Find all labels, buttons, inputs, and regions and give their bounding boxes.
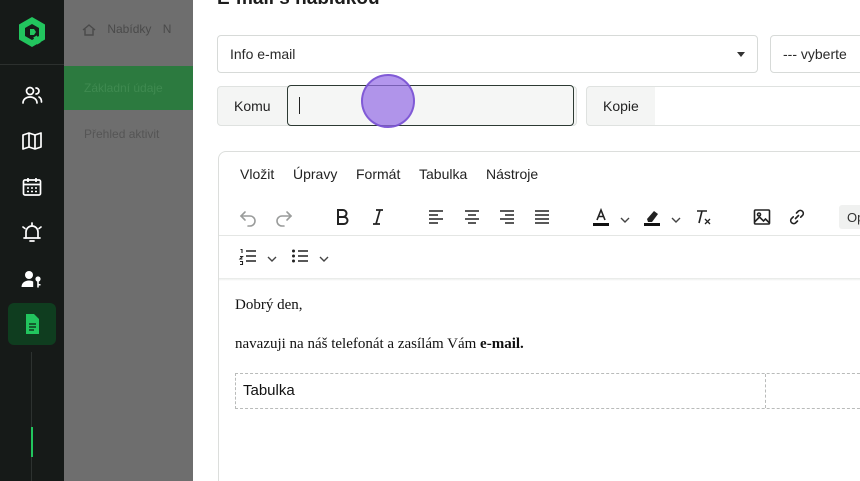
- komu-label: Komu: [234, 98, 271, 114]
- table-cell-text: Tabulka: [243, 382, 295, 399]
- breadcrumb: Nabídky N: [82, 22, 179, 36]
- rail-track-indicator: [31, 427, 33, 457]
- text-color-icon[interactable]: [590, 206, 612, 228]
- toolbar-shadow: [219, 278, 860, 281]
- user-key-icon[interactable]: [20, 267, 44, 291]
- nav-rail: [0, 0, 64, 481]
- body-bold-text: e-mail.: [480, 336, 524, 352]
- template-select[interactable]: Info e-mail: [217, 35, 758, 73]
- logo-icon[interactable]: [14, 14, 50, 50]
- tab-prehled-aktivit: Přehled aktivit: [84, 127, 160, 141]
- chevron-down-icon: [737, 52, 745, 57]
- breadcrumb-item: N: [162, 22, 172, 36]
- tab-zakladni-udaje: Základní údaje: [64, 66, 193, 110]
- users-icon[interactable]: [20, 83, 44, 107]
- clear-format-icon[interactable]: [692, 206, 714, 228]
- alarm-icon[interactable]: [20, 221, 44, 245]
- more-options-button[interactable]: Op: [839, 205, 860, 229]
- undo-icon[interactable]: [237, 206, 259, 228]
- editor-menubar: Vložit Úpravy Formát Tabulka Nástroje: [219, 152, 860, 198]
- home-icon: [82, 23, 96, 36]
- menu-format[interactable]: Formát: [356, 166, 400, 182]
- content-table[interactable]: Tabulka: [235, 373, 860, 409]
- align-right-icon[interactable]: [496, 206, 518, 228]
- editor-toolbar-row-1: Op: [219, 200, 860, 236]
- chevron-down-icon[interactable]: [319, 251, 329, 262]
- template-select-value: Info e-mail: [230, 46, 296, 62]
- rail-track: [31, 352, 32, 481]
- italic-icon[interactable]: [367, 206, 389, 228]
- menu-tabulka[interactable]: Tabulka: [419, 166, 467, 182]
- image-icon[interactable]: [751, 206, 773, 228]
- second-select[interactable]: --- vyberte: [770, 35, 860, 73]
- numbered-list-icon[interactable]: [237, 245, 259, 267]
- table-cell[interactable]: Tabulka: [236, 374, 766, 408]
- body-text: navazuji na náš telefonát a zasílám Vám: [235, 336, 481, 352]
- kopie-label: Kopie: [603, 98, 639, 114]
- map-icon[interactable]: [20, 129, 44, 153]
- editor-toolbar-row-2: [219, 237, 860, 277]
- chevron-down-icon[interactable]: [671, 212, 681, 223]
- menu-nastroje[interactable]: Nástroje: [486, 166, 538, 182]
- chevron-down-icon[interactable]: [267, 251, 277, 262]
- touch-indicator: [361, 74, 415, 128]
- document-icon[interactable]: [20, 312, 44, 336]
- background-app: Nabídky N Základní údaje Přehled aktivit: [64, 0, 193, 481]
- second-select-value: --- vyberte: [783, 46, 847, 62]
- highlight-color-icon[interactable]: [641, 206, 663, 228]
- email-modal: E-mail s nabídkou Info e-mail --- vybert…: [193, 0, 860, 481]
- align-justify-icon[interactable]: [531, 206, 553, 228]
- menu-upravy[interactable]: Úpravy: [293, 166, 337, 182]
- text-cursor: [299, 97, 300, 114]
- menu-vlozit[interactable]: Vložit: [240, 166, 274, 182]
- breadcrumb-item: Nabídky: [107, 22, 152, 36]
- align-left-icon[interactable]: [425, 206, 447, 228]
- rich-text-editor: Vložit Úpravy Formát Tabulka Nástroje O …: [218, 151, 860, 481]
- komu-input[interactable]: [287, 85, 574, 126]
- link-icon[interactable]: [786, 206, 808, 228]
- redo-icon[interactable]: [273, 206, 295, 228]
- calendar-icon[interactable]: [20, 175, 44, 199]
- body-paragraph: navazuji na náš telefonát a zasílám Vám …: [235, 336, 524, 353]
- rail-divider: [0, 64, 64, 65]
- greeting-paragraph: Dobrý den,: [235, 297, 303, 313]
- bold-icon[interactable]: [331, 206, 353, 228]
- align-center-icon[interactable]: [461, 206, 483, 228]
- modal-title: E-mail s nabídkou: [217, 0, 380, 10]
- chevron-down-icon[interactable]: [620, 212, 630, 223]
- bullet-list-icon[interactable]: [289, 245, 311, 267]
- kopie-input[interactable]: [655, 86, 860, 126]
